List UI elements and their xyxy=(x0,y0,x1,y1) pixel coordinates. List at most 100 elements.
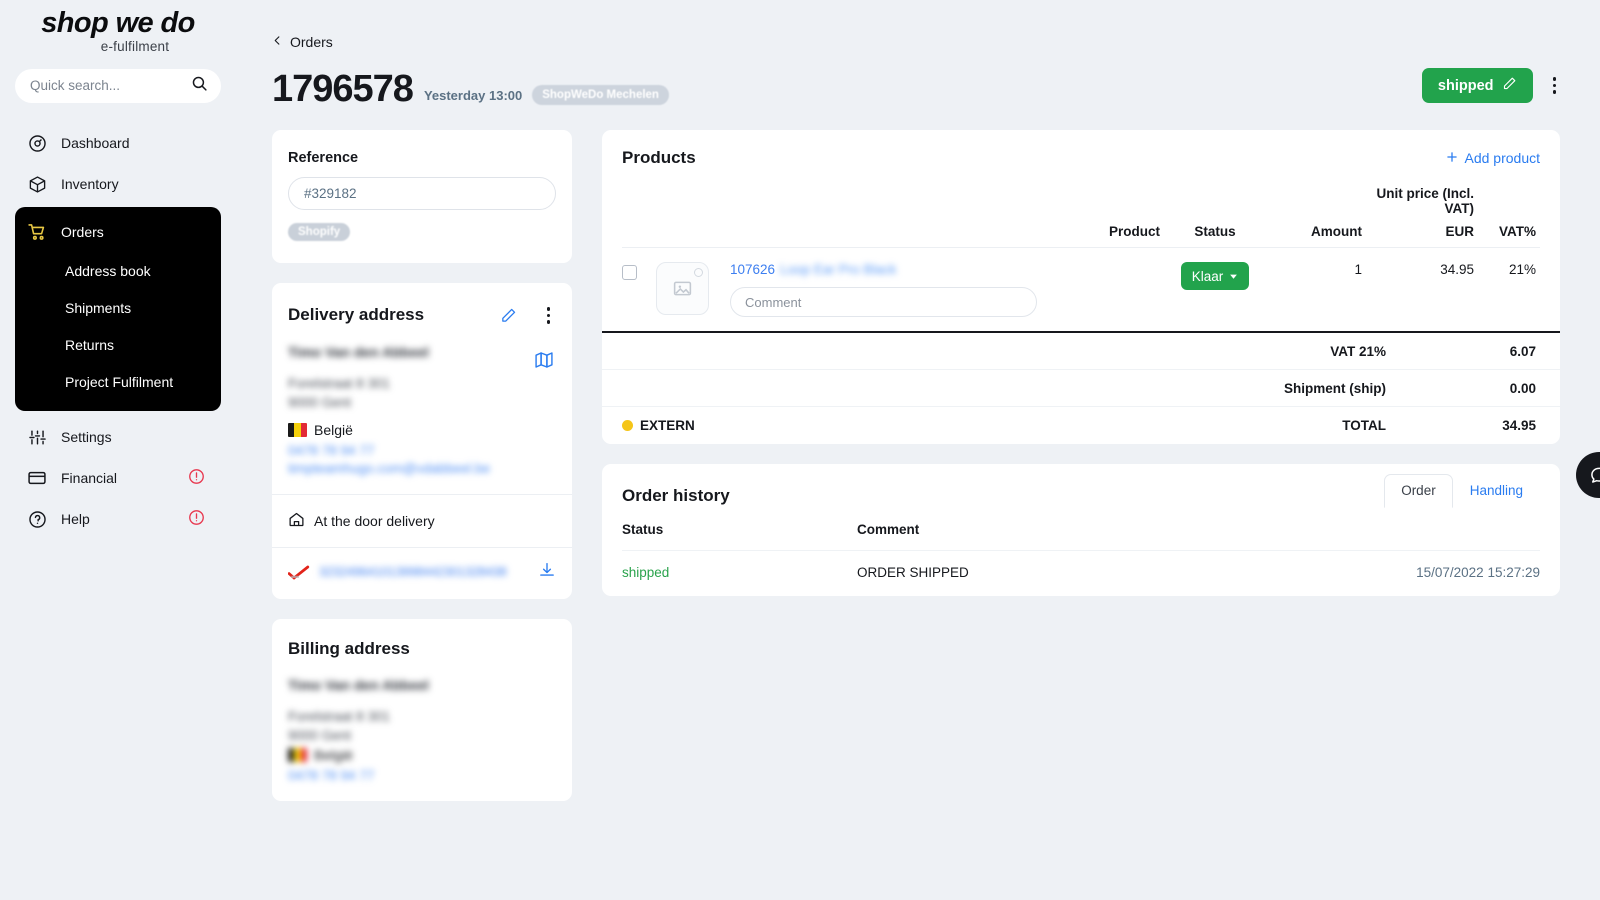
order-history-table-body: shipped ORDER SHIPPED 15/07/2022 15:27:2… xyxy=(622,551,1540,597)
row-thumbnail-cell xyxy=(656,247,722,331)
sidebar-group-orders: Orders Address book Shipments Returns Pr… xyxy=(15,206,221,411)
billing-phone[interactable]: 0478 78 94 77 xyxy=(288,768,556,783)
breadcrumb[interactable]: Orders xyxy=(272,0,1560,50)
sidebar-item-label: Dashboard xyxy=(61,135,130,152)
extern-label: EXTERN xyxy=(640,418,695,433)
product-status-dropdown[interactable]: Klaar xyxy=(1180,262,1250,290)
sidebar-item-settings[interactable]: Settings xyxy=(15,417,221,458)
content-columns: Reference Shopify Delivery address xyxy=(272,130,1560,821)
billing-country: België xyxy=(314,746,353,763)
table-row: 107626 Loop Ear Pro Black Klaar xyxy=(622,247,1540,331)
totals-value: 0.00 xyxy=(1509,380,1536,396)
row-vat-percent: 21% xyxy=(1474,247,1540,331)
search-input[interactable] xyxy=(30,78,185,94)
chevron-left-icon xyxy=(272,34,283,50)
quick-search[interactable] xyxy=(15,68,221,103)
tab-order[interactable]: Order xyxy=(1384,474,1453,508)
tab-label: Handling xyxy=(1469,483,1523,498)
delivery-email[interactable]: timpteamhugo.com@vdabbeel.be xyxy=(288,461,556,476)
delivery-phone[interactable]: 0478 78 94 77 xyxy=(288,443,556,458)
row-status-cell: Klaar xyxy=(1160,247,1270,331)
totals-row-shipment: Shipment (ship) 0.00 xyxy=(602,370,1560,407)
product-name: Loop Ear Pro Black xyxy=(780,262,897,277)
main-content: Orders 1796578 Yesterday 13:00 ShopWeDo … xyxy=(236,0,1600,900)
totals-label: Shipment (ship) xyxy=(1284,380,1386,396)
row-checkbox[interactable] xyxy=(622,265,637,280)
extern-flag: EXTERN xyxy=(622,418,1186,433)
question-circle-icon xyxy=(27,509,47,529)
products-table: Unit price (Incl. VAT) Product Status Am… xyxy=(622,186,1540,331)
sidebar-item-returns[interactable]: Returns xyxy=(15,327,221,364)
products-group-header-row: Unit price (Incl. VAT) xyxy=(622,186,1540,224)
billing-address-body: Timo Van den Abbeel Forelstraat 8 301 90… xyxy=(288,677,556,783)
sidebar-item-project-fulfilment[interactable]: Project Fulfilment xyxy=(15,364,221,401)
col-header-status: Status xyxy=(622,522,857,551)
col-header-amount: Amount xyxy=(1311,224,1362,239)
sliders-icon xyxy=(27,427,47,447)
delivery-address-header: Delivery address xyxy=(272,283,572,328)
download-icon[interactable] xyxy=(538,561,556,584)
chat-bubble-icon[interactable] xyxy=(1576,452,1600,498)
sidebar-item-dashboard[interactable]: Dashboard xyxy=(15,123,221,164)
warehouse-badge: ShopWeDo Mechelen xyxy=(532,85,669,105)
col-header-comment: Comment xyxy=(857,522,1181,551)
status-badge-shipped-button[interactable]: shipped xyxy=(1421,68,1533,103)
product-sku[interactable]: 107626 xyxy=(730,262,775,277)
sidebar-nav: Dashboard Inventory Orders Address book … xyxy=(15,123,221,540)
billing-country-row: België xyxy=(288,747,556,763)
delivery-address-more-button[interactable] xyxy=(543,303,555,328)
products-table-body: 107626 Loop Ear Pro Black Klaar xyxy=(622,247,1540,331)
tracking-number[interactable]: 323249641013998442301328438 xyxy=(319,565,529,579)
sidebar-subitem-label: Returns xyxy=(65,337,115,354)
sidebar-item-label: Settings xyxy=(61,429,112,446)
reference-card: Reference Shopify xyxy=(272,130,572,263)
products-title: Products xyxy=(622,148,696,167)
delivery-street: Forelstraat 8 301 xyxy=(288,375,391,391)
col-header-eur: EUR xyxy=(1445,224,1474,239)
unit-price-group-header: Unit price (Incl. VAT) xyxy=(1376,186,1474,216)
edit-delivery-address-button[interactable] xyxy=(500,307,517,324)
brand-tagline: e-fulfilment xyxy=(100,38,170,54)
sidebar-item-inventory[interactable]: Inventory xyxy=(15,164,221,205)
search-icon xyxy=(191,75,208,97)
reference-input[interactable] xyxy=(288,177,556,210)
page-title: 1796578 xyxy=(272,68,414,110)
products-header: Products Add product xyxy=(622,148,1540,168)
sidebar-item-orders[interactable]: Orders xyxy=(15,212,221,253)
sidebar-item-shipments[interactable]: Shipments xyxy=(15,290,221,327)
history-comment: ORDER SHIPPED xyxy=(857,565,969,580)
flag-belgium-icon xyxy=(288,747,307,762)
order-history-header-row: Status Comment xyxy=(622,522,1540,551)
order-history-card: Order history Order Handling Status Comm… xyxy=(602,464,1560,596)
totals-value: 6.07 xyxy=(1509,343,1536,359)
page-actions: shipped xyxy=(1421,68,1561,103)
warning-icon xyxy=(188,509,205,529)
page-more-menu-button[interactable] xyxy=(1549,73,1561,98)
tab-handling[interactable]: Handling xyxy=(1453,474,1540,508)
totals-label: TOTAL xyxy=(1342,418,1386,433)
delivery-country-row: België xyxy=(288,422,556,438)
sales-channel-badge: Shopify xyxy=(288,223,351,241)
sidebar-item-address-book[interactable]: Address book xyxy=(15,253,221,290)
billing-street: Forelstraat 8 301 xyxy=(288,708,391,724)
bpost-logo-icon xyxy=(288,565,310,580)
history-status: shipped xyxy=(622,565,670,580)
delivery-country: België xyxy=(314,421,353,438)
delivery-method-row: At the door delivery xyxy=(272,495,572,547)
add-product-button[interactable]: Add product xyxy=(1445,150,1540,167)
order-history-table: Status Comment shipped ORDER SHIPPED 15/… xyxy=(622,522,1540,596)
product-comment-input[interactable] xyxy=(730,287,1037,317)
row-select-cell xyxy=(622,247,656,331)
delivery-address-card: Delivery address Timo Van den Abbeel For… xyxy=(272,283,572,599)
totals-row-total: EXTERN TOTAL 34.95 xyxy=(602,407,1560,444)
row-product-cell: 107626 Loop Ear Pro Black xyxy=(722,247,1160,331)
delivery-address-body: Timo Van den Abbeel Forelstraat 8 301 90… xyxy=(272,328,572,494)
sidebar-item-help[interactable]: Help xyxy=(15,499,221,540)
sidebar-item-financial[interactable]: Financial xyxy=(15,458,221,499)
row-amount: 1 xyxy=(1270,247,1362,331)
pencil-icon xyxy=(1502,76,1517,95)
credit-card-icon xyxy=(27,468,47,488)
flag-belgium-icon xyxy=(288,422,307,437)
product-thumbnail[interactable] xyxy=(656,262,709,315)
billing-address-card: Billing address Timo Van den Abbeel Fore… xyxy=(272,618,572,801)
